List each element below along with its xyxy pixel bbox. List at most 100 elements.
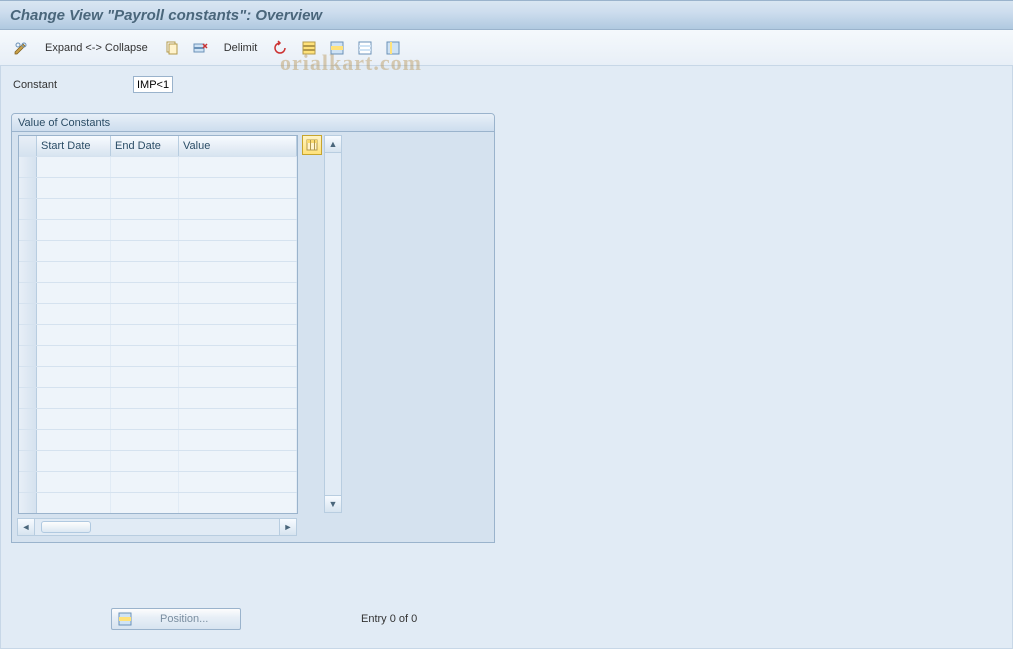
horizontal-scrollbar[interactable]: ◄ ► — [17, 518, 297, 536]
vertical-scrollbar[interactable]: ▲ ▼ — [324, 135, 342, 513]
scroll-right-button[interactable]: ► — [279, 519, 296, 535]
row-selector[interactable] — [19, 367, 37, 387]
table-row[interactable] — [19, 156, 297, 177]
cell-start-date[interactable] — [37, 199, 111, 219]
table-row[interactable] — [19, 345, 297, 366]
config-button[interactable] — [380, 37, 406, 59]
row-selector[interactable] — [19, 241, 37, 261]
cell-end-date[interactable] — [111, 283, 179, 303]
cell-value[interactable] — [179, 430, 297, 450]
expand-collapse-button[interactable]: Expand <-> Collapse — [36, 37, 157, 59]
row-selector[interactable] — [19, 199, 37, 219]
cell-value[interactable] — [179, 451, 297, 471]
table-row[interactable] — [19, 366, 297, 387]
row-selector[interactable] — [19, 451, 37, 471]
row-selector[interactable] — [19, 262, 37, 282]
table-row[interactable] — [19, 198, 297, 219]
cell-value[interactable] — [179, 367, 297, 387]
col-end-date[interactable]: End Date — [111, 136, 179, 156]
cell-value[interactable] — [179, 493, 297, 513]
row-selector[interactable] — [19, 346, 37, 366]
row-selector[interactable] — [19, 220, 37, 240]
table-row[interactable] — [19, 303, 297, 324]
cell-value[interactable] — [179, 241, 297, 261]
row-selector[interactable] — [19, 409, 37, 429]
cell-start-date[interactable] — [37, 409, 111, 429]
delete-button[interactable] — [187, 37, 213, 59]
cell-end-date[interactable] — [111, 451, 179, 471]
cell-start-date[interactable] — [37, 283, 111, 303]
cell-start-date[interactable] — [37, 451, 111, 471]
cell-value[interactable] — [179, 346, 297, 366]
cell-end-date[interactable] — [111, 304, 179, 324]
row-selector[interactable] — [19, 283, 37, 303]
cell-value[interactable] — [179, 409, 297, 429]
cell-start-date[interactable] — [37, 388, 111, 408]
cell-value[interactable] — [179, 178, 297, 198]
cell-value[interactable] — [179, 388, 297, 408]
table-row[interactable] — [19, 177, 297, 198]
cell-value[interactable] — [179, 199, 297, 219]
cell-end-date[interactable] — [111, 325, 179, 345]
delimit-button[interactable]: Delimit — [215, 37, 267, 59]
cell-end-date[interactable] — [111, 367, 179, 387]
row-selector[interactable] — [19, 472, 37, 492]
position-button[interactable]: Position... — [111, 608, 241, 630]
cell-start-date[interactable] — [37, 262, 111, 282]
row-selector[interactable] — [19, 157, 37, 177]
table-row[interactable] — [19, 219, 297, 240]
row-selector[interactable] — [19, 304, 37, 324]
cell-end-date[interactable] — [111, 178, 179, 198]
cell-start-date[interactable] — [37, 304, 111, 324]
constant-input[interactable] — [133, 76, 173, 93]
cell-end-date[interactable] — [111, 409, 179, 429]
cell-start-date[interactable] — [37, 325, 111, 345]
row-selector[interactable] — [19, 430, 37, 450]
table-row[interactable] — [19, 492, 297, 513]
table-row[interactable] — [19, 450, 297, 471]
deselect-all-button[interactable] — [352, 37, 378, 59]
cell-end-date[interactable] — [111, 472, 179, 492]
cell-start-date[interactable] — [37, 430, 111, 450]
cell-value[interactable] — [179, 220, 297, 240]
table-row[interactable] — [19, 408, 297, 429]
cell-end-date[interactable] — [111, 262, 179, 282]
table-row[interactable] — [19, 471, 297, 492]
cell-end-date[interactable] — [111, 199, 179, 219]
h-scroll-thumb[interactable] — [41, 521, 91, 533]
cell-end-date[interactable] — [111, 493, 179, 513]
cell-start-date[interactable] — [37, 493, 111, 513]
cell-end-date[interactable] — [111, 241, 179, 261]
cell-value[interactable] — [179, 157, 297, 177]
h-scroll-track[interactable] — [35, 521, 279, 533]
cell-start-date[interactable] — [37, 220, 111, 240]
table-row[interactable] — [19, 282, 297, 303]
table-row[interactable] — [19, 429, 297, 450]
cell-start-date[interactable] — [37, 241, 111, 261]
scroll-left-button[interactable]: ◄ — [18, 519, 35, 535]
table-row[interactable] — [19, 387, 297, 408]
row-selector[interactable] — [19, 493, 37, 513]
col-start-date[interactable]: Start Date — [37, 136, 111, 156]
row-selector[interactable] — [19, 388, 37, 408]
scroll-down-button[interactable]: ▼ — [325, 495, 341, 512]
toggle-btn[interactable] — [8, 37, 34, 59]
cell-end-date[interactable] — [111, 157, 179, 177]
cell-value[interactable] — [179, 325, 297, 345]
v-scroll-track[interactable] — [325, 153, 341, 495]
row-selector[interactable] — [19, 178, 37, 198]
undo-button[interactable] — [268, 37, 294, 59]
cell-end-date[interactable] — [111, 388, 179, 408]
cell-value[interactable] — [179, 472, 297, 492]
cell-end-date[interactable] — [111, 430, 179, 450]
cell-value[interactable] — [179, 283, 297, 303]
table-row[interactable] — [19, 261, 297, 282]
cell-start-date[interactable] — [37, 472, 111, 492]
table-row[interactable] — [19, 240, 297, 261]
header-selector-cell[interactable] — [19, 136, 37, 156]
cell-start-date[interactable] — [37, 178, 111, 198]
cell-start-date[interactable] — [37, 157, 111, 177]
table-row[interactable] — [19, 324, 297, 345]
scroll-up-button[interactable]: ▲ — [325, 136, 341, 153]
select-block-button[interactable] — [324, 37, 350, 59]
